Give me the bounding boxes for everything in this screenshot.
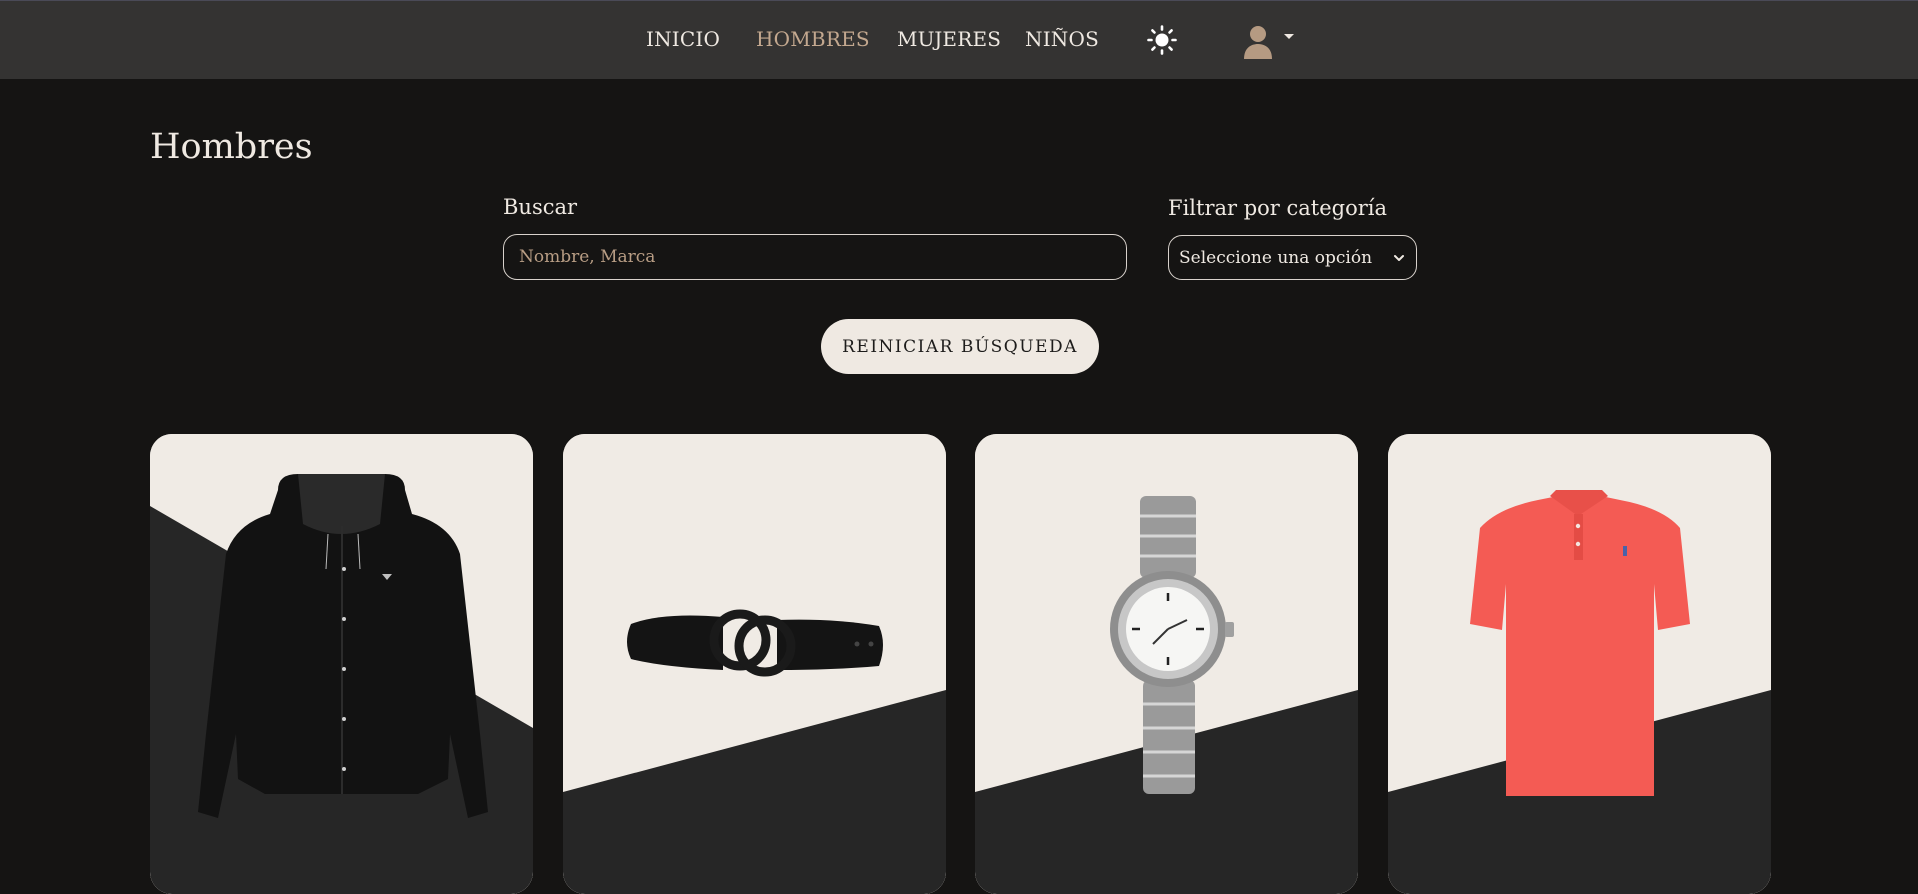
black-belt-image	[627, 609, 883, 677]
black-hooded-jacket-image	[198, 474, 488, 818]
category-select-value: Seleccione una opción	[1179, 247, 1373, 268]
nav-link-ninos[interactable]: NIÑOS	[1025, 27, 1099, 51]
nav-link-inicio[interactable]: INICIO	[646, 27, 720, 51]
product-card[interactable]	[1388, 434, 1771, 894]
caret-down-icon	[1284, 34, 1294, 39]
product-name	[150, 884, 533, 894]
category-filter-label: Filtrar por categoría	[1168, 196, 1388, 220]
nav-link-mujeres[interactable]: MUJERES	[897, 27, 1001, 51]
page-title: Hombres	[150, 127, 313, 167]
product-card[interactable]	[975, 434, 1358, 894]
navbar: INICIO HOMBRES MUJERES NIÑOS	[0, 0, 1918, 79]
red-polo-shirt-image	[1470, 490, 1690, 796]
sun-icon	[1147, 25, 1177, 55]
theme-toggle-button[interactable]	[1147, 25, 1177, 55]
product-card[interactable]	[563, 434, 946, 894]
silver-watch-image	[1110, 496, 1234, 794]
user-menu-dropdown[interactable]	[1242, 23, 1298, 59]
product-name	[563, 884, 946, 894]
product-name	[1388, 884, 1771, 894]
chevron-down-icon	[1394, 254, 1404, 261]
nav-link-hombres[interactable]: HOMBRES	[756, 27, 870, 51]
category-select[interactable]: Seleccione una opción	[1168, 235, 1417, 280]
product-card[interactable]	[150, 434, 533, 894]
search-input[interactable]	[503, 234, 1127, 280]
user-avatar-icon	[1244, 26, 1294, 59]
search-label: Buscar	[503, 195, 578, 219]
nav-links: INICIO HOMBRES MUJERES NIÑOS	[0, 1, 1918, 79]
reset-search-button[interactable]: REINICIAR BÚSQUEDA	[821, 319, 1099, 374]
product-name	[975, 884, 1358, 894]
